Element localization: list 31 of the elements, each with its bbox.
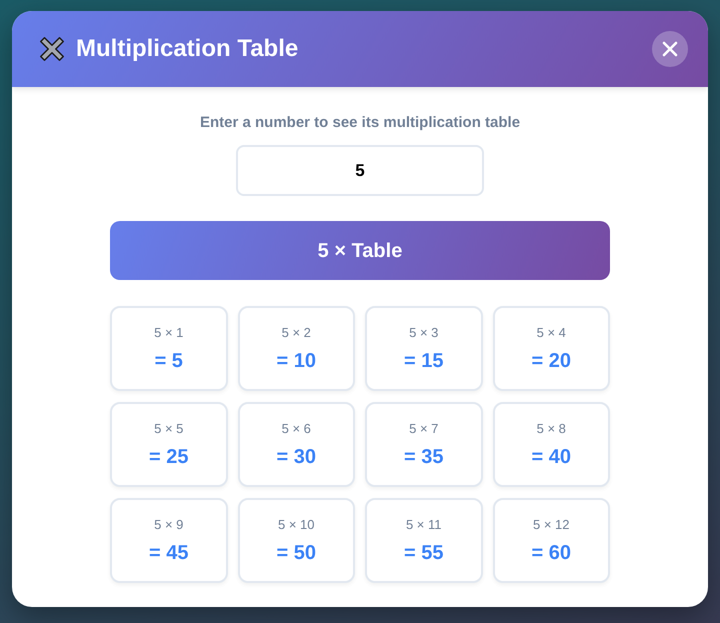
close-icon — [662, 41, 678, 57]
expression-text: 5 × 5 — [154, 420, 184, 436]
number-input[interactable]: 5 — [236, 145, 484, 196]
expression-text: 5 × 7 — [409, 420, 438, 436]
product-value: = 20 — [532, 348, 571, 372]
product-value: = 5 — [154, 348, 183, 372]
product-value: = 40 — [532, 444, 571, 468]
product-value: = 45 — [149, 540, 188, 564]
table-heading-banner: 5 × Table — [110, 221, 610, 280]
expression-text: 5 × 4 — [536, 324, 566, 340]
expression-text: 5 × 11 — [406, 516, 442, 532]
expression-text: 5 × 10 — [278, 516, 314, 532]
expression-text: 5 × 2 — [282, 324, 311, 340]
product-value: = 15 — [404, 348, 444, 372]
product-value: = 25 — [149, 444, 188, 468]
product-value: = 50 — [276, 540, 316, 564]
cross-mark-icon — [40, 37, 64, 61]
product-value: = 30 — [276, 444, 316, 468]
product-value: = 10 — [276, 348, 316, 372]
expression-text: 5 × 9 — [154, 516, 184, 532]
instruction-text: Enter a number to see its multiplication table — [200, 113, 520, 133]
expression-text: 5 × 1 — [154, 324, 184, 340]
product-value: = 60 — [532, 540, 571, 564]
close-button[interactable] — [652, 31, 688, 67]
dialog-title: Multiplication Table — [76, 34, 298, 64]
expression-text: 5 × 3 — [409, 324, 438, 340]
expression-text: 5 × 6 — [282, 420, 311, 436]
product-value: = 55 — [404, 540, 444, 564]
expression-text: 5 × 12 — [532, 516, 570, 532]
expression-text: 5 × 8 — [536, 420, 566, 436]
product-value: = 35 — [404, 444, 444, 468]
